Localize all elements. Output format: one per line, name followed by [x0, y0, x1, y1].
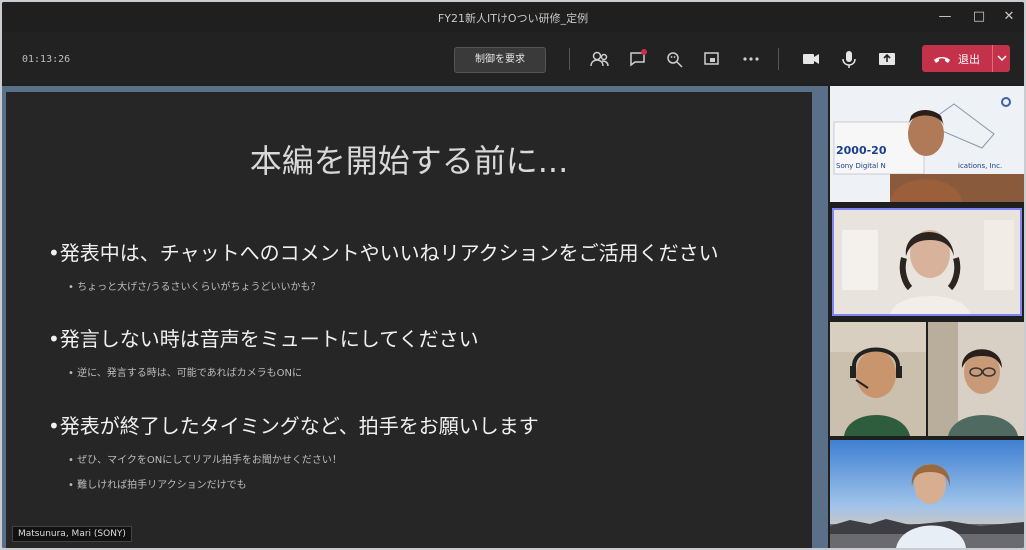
- meeting-timer: 01:13:26: [22, 54, 71, 65]
- slide-sub-bullet: • 逆に、発言する時は、可能であればカメラもONに: [68, 368, 303, 379]
- maximize-icon[interactable]: □: [964, 6, 994, 28]
- people-icon[interactable]: [589, 48, 611, 70]
- participant-video-tile[interactable]: [830, 440, 1024, 548]
- more-icon[interactable]: [740, 48, 762, 70]
- presentation-slide: 本編を開始する前に... •発表中は、チャットへのコメントやいいねリアクションを…: [6, 92, 812, 548]
- participant-video-tile[interactable]: [830, 322, 926, 436]
- banner-text: Sony Digital N: [836, 162, 886, 170]
- reactions-icon[interactable]: [664, 48, 686, 70]
- share-screen-icon[interactable]: [876, 48, 898, 70]
- banner-text: 2000-20: [836, 144, 887, 157]
- camera-icon[interactable]: [800, 48, 822, 70]
- participant-video: [928, 322, 1024, 436]
- title-bar: FY21新人ITけOつい研修_定例 — □ ✕: [2, 2, 1024, 32]
- banner-text: ications, Inc.: [958, 162, 1003, 170]
- participant-video: [830, 440, 1024, 548]
- participant-video-tile-active[interactable]: [832, 208, 1022, 316]
- divider: [569, 48, 570, 70]
- leave-options-button[interactable]: [992, 45, 1011, 72]
- teams-window: FY21新人ITけOつい研修_定例 — □ ✕ 01:13:26 制御を要求 退…: [2, 2, 1024, 548]
- participant-gallery: 2000-20 Sony Digital N ications, Inc.: [830, 86, 1024, 548]
- slide-bullet: •発表が終了したタイミングなど、拍手をお願いします: [48, 414, 539, 438]
- chat-icon[interactable]: [627, 48, 649, 70]
- leave-label: 退出: [958, 53, 980, 66]
- participant-video: [830, 322, 926, 436]
- chevron-down-icon: [997, 55, 1007, 62]
- hangup-icon: [934, 57, 950, 63]
- meeting-toolbar: 01:13:26 制御を要求 退出: [2, 32, 1024, 84]
- slide-sub-bullet: • 難しければ拍手リアクションだけでも: [68, 480, 247, 491]
- slide-title: 本編を開始する前に...: [249, 142, 569, 180]
- divider: [778, 48, 779, 70]
- minimize-icon[interactable]: —: [930, 6, 960, 28]
- mic-icon[interactable]: [838, 48, 860, 70]
- slide-bullet: •発表中は、チャットへのコメントやいいねリアクションをご活用ください: [48, 241, 719, 265]
- shared-content-stage: 本編を開始する前に... •発表中は、チャットへのコメントやいいねリアクションを…: [2, 86, 828, 548]
- participant-video: [834, 210, 1020, 314]
- share-tray-icon[interactable]: [701, 48, 723, 70]
- close-icon[interactable]: ✕: [994, 6, 1024, 28]
- slide-sub-bullet: • ぜひ、マイクをONにしてリアル拍手をお聞かせください！: [68, 455, 342, 466]
- slide-bullet: •発言しない時は音声をミュートにしてください: [48, 327, 479, 351]
- participant-video-tile[interactable]: [928, 322, 1024, 436]
- leave-main[interactable]: 退出: [922, 45, 992, 72]
- window-title: FY21新人ITけOつい研修_定例: [437, 12, 589, 25]
- participant-video-tile[interactable]: 2000-20 Sony Digital N ications, Inc.: [830, 86, 1024, 202]
- slide-sub-bullet: • ちょっと大げさ/うるさいくらいがちょうどいいかも？: [68, 282, 321, 293]
- leave-button[interactable]: 退出: [922, 45, 1010, 72]
- presenter-name-tag: Matsunura, Mari (SONY): [12, 526, 132, 542]
- request-control-button[interactable]: 制御を要求: [454, 47, 546, 73]
